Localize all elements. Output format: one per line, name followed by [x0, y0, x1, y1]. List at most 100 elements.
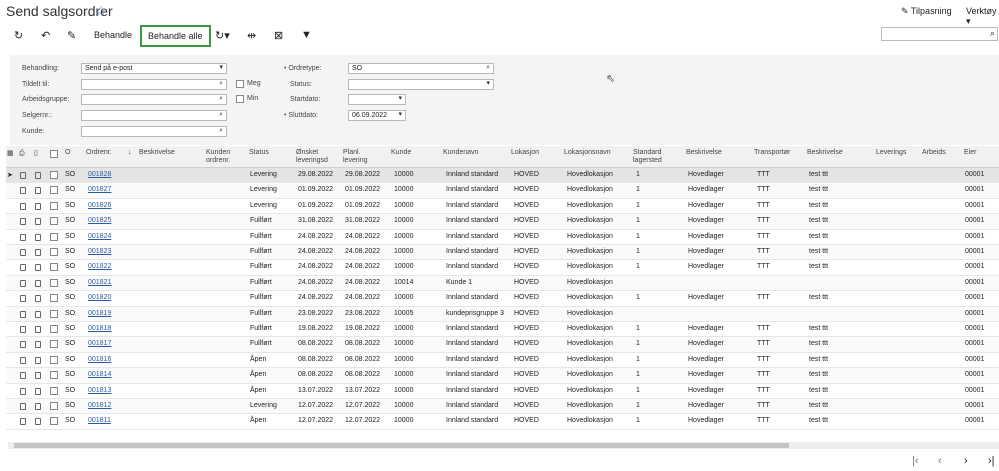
salesperson-field[interactable]: ⌕: [81, 110, 227, 121]
next-page-icon[interactable]: ›: [964, 455, 968, 467]
col-ordertype[interactable]: O: [65, 149, 70, 157]
prev-page-icon[interactable]: ‹: [938, 455, 942, 467]
table-row[interactable]: SO 001813 Åpen 13.07.2022 13.07.2022 10000 Inn…: [6, 384, 999, 399]
attachment-icon[interactable]: [20, 326, 26, 333]
workgroup-field[interactable]: ⌕: [81, 94, 227, 105]
table-row[interactable]: SO 001817 Fullført 08.08.2022 08.08.2022 1000…: [6, 337, 999, 353]
attachment-icon[interactable]: [20, 264, 26, 272]
col-ordernr[interactable]: Ordrenr.: [86, 149, 112, 157]
attachment-icon[interactable]: [20, 249, 26, 256]
attachment-icon[interactable]: [20, 187, 26, 195]
note-icon[interactable]: [35, 418, 41, 426]
col-standard-warehouse[interactable]: Standard lagersted: [633, 149, 673, 165]
table-row[interactable]: SO 001821 Fullført 24.08.2022 24.08.2022 1001…: [6, 275, 999, 292]
edit-icon[interactable]: ✎: [67, 29, 76, 42]
row-select-checkbox[interactable]: [50, 217, 58, 226]
col-owner[interactable]: Eier: [964, 149, 976, 157]
search-input[interactable]: ⌕: [881, 27, 998, 41]
cell-ordernr[interactable]: 001825: [88, 217, 111, 224]
attachment-icon[interactable]: [20, 295, 26, 303]
col-status[interactable]: Status: [249, 149, 269, 157]
note-icon[interactable]: [35, 202, 41, 210]
cell-ordernr[interactable]: 001813: [88, 387, 111, 394]
status-select[interactable]: ▾: [348, 79, 494, 90]
row-select-checkbox[interactable]: [50, 278, 58, 287]
note-icon[interactable]: [35, 218, 41, 226]
note-icon[interactable]: [35, 387, 41, 395]
row-select-checkbox[interactable]: [50, 171, 58, 179]
note-icon[interactable]: [35, 356, 41, 364]
row-select-checkbox[interactable]: [50, 263, 58, 272]
col-carrier-description[interactable]: Beskrivelse: [807, 149, 843, 157]
me-checkbox[interactable]: [236, 80, 244, 88]
cell-ordernr[interactable]: 001826: [88, 202, 111, 209]
scrollbar-thumb[interactable]: [14, 443, 789, 448]
table-row[interactable]: SO 001814 Åpen 08.08.2022 08.08.2022 10000 Inn…: [6, 368, 999, 384]
cell-ordernr[interactable]: 001814: [88, 371, 111, 378]
table-row[interactable]: SO 001825 Fullført 31.08.2022 31.08.2022 1000…: [6, 214, 999, 230]
col-customer-name[interactable]: Kundenavn: [443, 149, 478, 157]
cell-ordernr[interactable]: 001827: [88, 186, 111, 193]
undo-icon[interactable]: ↶: [41, 29, 50, 42]
export-excel-icon[interactable]: ⊠: [274, 29, 283, 42]
table-row[interactable]: SO 001824 Fullført 24.08.2022 24.08.2022 1000…: [6, 230, 999, 245]
row-select-checkbox[interactable]: [50, 417, 58, 426]
startdate-field[interactable]: ▾: [348, 94, 406, 105]
row-select-checkbox[interactable]: [50, 325, 58, 333]
enddate-field[interactable]: 06.09.2022 ▾: [348, 110, 406, 121]
table-row[interactable]: SO 001822 Fullført 24.08.2022 24.08.2022 1000…: [6, 260, 999, 276]
attachment-icon[interactable]: [20, 341, 26, 349]
row-select-checkbox[interactable]: [50, 386, 58, 395]
row-select-checkbox[interactable]: [50, 340, 58, 349]
attachment-icon[interactable]: [20, 356, 26, 364]
fit-columns-icon[interactable]: ⇹: [247, 29, 256, 42]
row-select-checkbox[interactable]: [50, 402, 58, 410]
note-icon[interactable]: [35, 326, 41, 333]
col-carrier[interactable]: Transportør: [754, 149, 790, 157]
customer-field[interactable]: ⌕: [81, 126, 227, 137]
action-select[interactable]: Send på e-post ▾: [81, 63, 227, 74]
cell-ordernr[interactable]: 001822: [88, 263, 111, 270]
process-button[interactable]: Behandle: [94, 30, 132, 40]
grid-settings-icon[interactable]: ▦: [7, 150, 14, 158]
cell-ordernr[interactable]: 001828: [88, 171, 111, 178]
col-customer[interactable]: Kunde: [391, 149, 411, 157]
note-icon[interactable]: [35, 310, 41, 318]
attachment-icon[interactable]: [20, 233, 26, 241]
customize-link[interactable]: ✎ Tilpasning: [901, 6, 952, 17]
assigned-field[interactable]: ⌕: [81, 79, 227, 90]
note-icon[interactable]: [35, 341, 41, 349]
attachment-icon[interactable]: [20, 172, 26, 179]
attachment-icon[interactable]: [20, 202, 26, 210]
row-select-checkbox[interactable]: [50, 294, 58, 303]
col-location-name[interactable]: Lokasjonsnavn: [564, 149, 611, 157]
row-select-checkbox[interactable]: [50, 186, 58, 195]
table-row[interactable]: SO 001820 Fullført 24.08.2022 24.08.2022 1000…: [6, 291, 999, 307]
table-row[interactable]: SO 001818 Fullført 19.08.2022 19.08.2022 1000…: [6, 322, 999, 338]
row-select-checkbox[interactable]: [50, 248, 58, 256]
row-select-checkbox[interactable]: [50, 309, 58, 318]
cell-ordernr[interactable]: 001819: [88, 310, 111, 317]
attachment-icon[interactable]: [20, 310, 26, 318]
attachment-icon[interactable]: [20, 372, 26, 380]
cell-ordernr[interactable]: 001824: [88, 233, 111, 240]
note-icon[interactable]: [35, 372, 41, 380]
table-row[interactable]: SO 001823 Fullført 24.08.2022 24.08.2022 1000…: [6, 245, 999, 261]
cell-ordernr[interactable]: 001816: [88, 356, 111, 363]
last-page-icon[interactable]: ›|: [988, 455, 995, 467]
row-select-checkbox[interactable]: [50, 371, 58, 380]
col-planned-delivery[interactable]: Planl. levering: [343, 149, 379, 165]
col-location[interactable]: Lokasjon: [511, 149, 539, 157]
cell-ordernr[interactable]: 001818: [88, 325, 111, 332]
attachment-icon[interactable]: [20, 403, 26, 410]
attachment-icon[interactable]: [20, 387, 26, 395]
row-select-checkbox[interactable]: [50, 355, 58, 364]
row-select-checkbox[interactable]: [50, 201, 58, 210]
table-row[interactable]: ➤ SO 001828 Levering 29.08.2022 29.08.2022 100…: [6, 168, 999, 184]
cell-ordernr[interactable]: 001817: [88, 340, 111, 347]
col-warehouse-description[interactable]: Beskrivelse: [686, 149, 722, 157]
table-row[interactable]: SO 001827 Levering 01.09.2022 01.09.2022 1000…: [6, 183, 999, 199]
note-icon[interactable]: [35, 172, 41, 179]
process-all-button[interactable]: Behandle alle: [140, 25, 211, 47]
note-icon[interactable]: [35, 249, 41, 256]
